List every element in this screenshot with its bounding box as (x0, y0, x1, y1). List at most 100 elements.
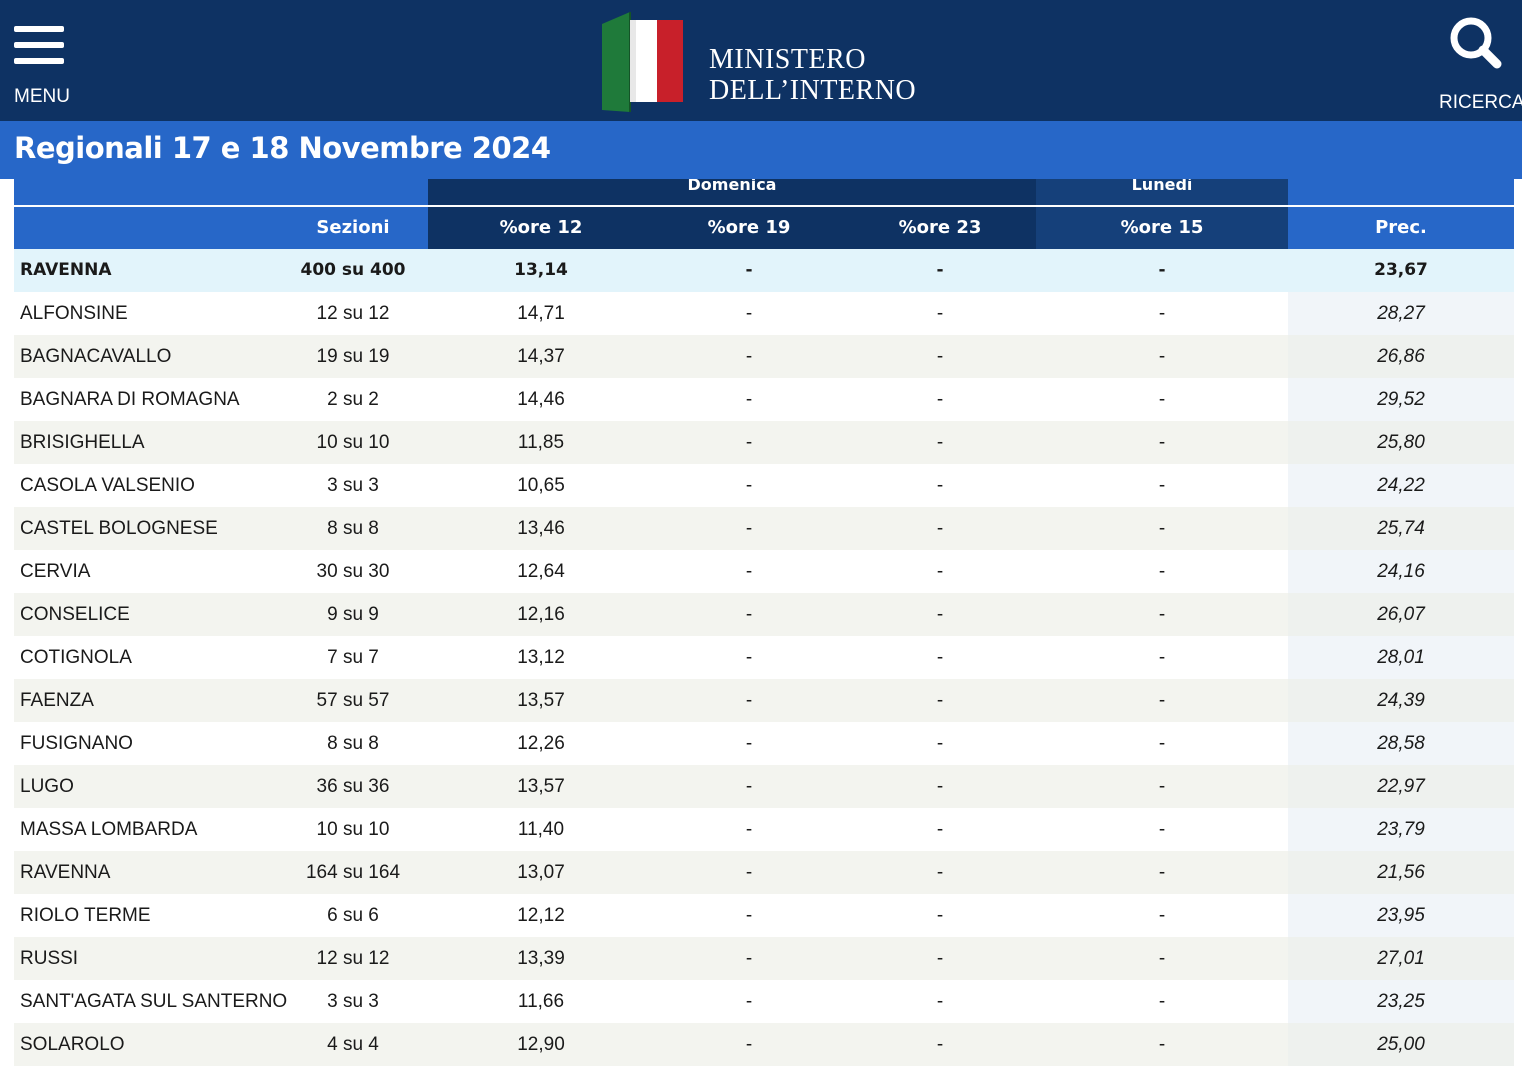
cell-ore19: - (745, 432, 753, 453)
cell-sezioni: 12 su 12 (316, 303, 390, 324)
cell-ore19: - (745, 260, 753, 280)
cell-ore12: 13,39 (517, 948, 565, 969)
group-header-lunedi: Lunedì (1036, 179, 1288, 205)
cell-ore12: 12,12 (517, 905, 565, 926)
cell-ore19: - (745, 862, 753, 883)
logo-line-2: DELL’INTERNO (709, 75, 917, 106)
cell-sezioni: 36 su 36 (316, 776, 390, 797)
logo-line-1: MINISTERO (709, 44, 866, 75)
cell-sezioni: 12 su 12 (316, 948, 390, 969)
search-label: RICERCA (1439, 92, 1522, 113)
cell-ore12: 13,46 (517, 518, 565, 539)
table-row-total[interactable]: RAVENNA 400 su 400 13,14 - - - 23,67 (14, 249, 1514, 292)
table-row[interactable]: BRISIGHELLA 10 su 10 11,85 - - - 25,80 (14, 421, 1514, 464)
cell-prec: 29,52 (1377, 389, 1425, 410)
table-row[interactable]: CASTEL BOLOGNESE 8 su 8 13,46 - - - 25,74 (14, 507, 1514, 550)
table-row[interactable]: BAGNARA DI ROMAGNA 2 su 2 14,46 - - - 29,52 (14, 378, 1514, 421)
cell-ore19: - (745, 733, 753, 754)
cell-prec: 26,86 (1377, 346, 1425, 367)
cell-prec: 28,01 (1377, 647, 1425, 668)
cell-ore23: - (936, 991, 944, 1012)
cell-prec: 28,27 (1377, 303, 1425, 324)
cell-ore15: - (1158, 862, 1166, 883)
cell-ore15: - (1158, 1034, 1166, 1055)
cell-ore23: - (936, 475, 944, 496)
cell-ore23: - (936, 518, 944, 539)
cell-ore19: - (745, 475, 753, 496)
cell-sezioni: 3 su 3 (327, 475, 379, 496)
table-row[interactable]: SOLAROLO 4 su 4 12,90 - - - 25,00 (14, 1023, 1514, 1066)
cell-ore15: - (1158, 647, 1166, 668)
col-header-ore15[interactable]: %ore 15 (1036, 207, 1288, 249)
cell-prec: 23,25 (1377, 991, 1425, 1012)
cell-sezioni: 9 su 9 (327, 604, 379, 625)
cell-sezioni: 400 su 400 (300, 260, 406, 280)
table-row[interactable]: FUSIGNANO 8 su 8 12,26 - - - 28,58 (14, 722, 1514, 765)
cell-prec: 28,58 (1377, 733, 1425, 754)
cell-sezioni: 7 su 7 (327, 647, 379, 668)
cell-ore23: - (936, 862, 944, 883)
cell-ore23: - (936, 604, 944, 625)
table-row[interactable]: CASOLA VALSENIO 3 su 3 10,65 - - - 24,22 (14, 464, 1514, 507)
cell-ore15: - (1158, 432, 1166, 453)
group-header-domenica: Domenica (428, 179, 1036, 205)
cell-prec: 22,97 (1377, 776, 1425, 797)
cell-ore19: - (745, 1034, 753, 1055)
table-row[interactable]: CONSELICE 9 su 9 12,16 - - - 26,07 (14, 593, 1514, 636)
cell-ore19: - (745, 389, 753, 410)
cell-ore19: - (745, 303, 753, 324)
table-row[interactable]: RAVENNA 164 su 164 13,07 - - - 21,56 (14, 851, 1514, 894)
table-row[interactable]: BAGNACAVALLO 19 su 19 14,37 - - - 26,86 (14, 335, 1514, 378)
cell-ore23: - (936, 819, 944, 840)
cell-ore19: - (745, 647, 753, 668)
table-row[interactable]: ALFONSINE 12 su 12 14,71 - - - 28,27 (14, 292, 1514, 335)
table-row[interactable]: FAENZA 57 su 57 13,57 - - - 24,39 (14, 679, 1514, 722)
cell-prec: 25,74 (1377, 518, 1425, 539)
cell-ore23: - (936, 733, 944, 754)
cell-name: RUSSI (20, 948, 79, 969)
cell-ore23: - (936, 561, 944, 582)
cell-name: CERVIA (20, 561, 91, 582)
cell-sezioni: 30 su 30 (316, 561, 390, 582)
cell-name: ALFONSINE (20, 303, 128, 324)
cell-sezioni: 3 su 3 (327, 991, 379, 1012)
table-row[interactable]: LUGO 36 su 36 13,57 - - - 22,97 (14, 765, 1514, 808)
cell-ore23: - (936, 432, 944, 453)
cell-prec: 23,79 (1377, 819, 1425, 840)
col-header-sezioni[interactable]: Sezioni (268, 207, 438, 249)
cell-prec: 26,07 (1377, 604, 1425, 625)
ministry-logo[interactable]: MINISTERO DELL’INTERNO (600, 10, 940, 114)
cell-ore15: - (1158, 819, 1166, 840)
cell-prec: 24,39 (1377, 690, 1425, 711)
ministry-name: MINISTERO DELL’INTERNO (709, 44, 916, 106)
cell-ore12: 11,40 (517, 819, 565, 840)
cell-ore23: - (936, 303, 944, 324)
search-button[interactable]: RICERCA (1436, 14, 1522, 116)
table-row[interactable]: RIOLO TERME 6 su 6 12,12 - - - 23,95 (14, 894, 1514, 937)
table-row[interactable]: SANT'AGATA SUL SANTERNO 3 su 3 11,66 - - - 23,… (14, 980, 1514, 1023)
cell-name: RAVENNA (20, 862, 111, 883)
cell-ore15: - (1158, 690, 1166, 711)
table-row[interactable]: COTIGNOLA 7 su 7 13,12 - - - 28,01 (14, 636, 1514, 679)
cell-name: SANT'AGATA SUL SANTERNO (20, 991, 288, 1012)
group-header-row: Domenica Lunedì (14, 179, 1514, 205)
cell-ore12: 13,57 (517, 690, 565, 711)
menu-button[interactable]: MENU (14, 26, 74, 112)
cell-ore19: - (745, 561, 753, 582)
cell-name: RAVENNA (20, 260, 112, 280)
cell-sezioni: 10 su 10 (316, 819, 390, 840)
cell-prec: 25,00 (1377, 1034, 1425, 1055)
table-row[interactable]: CERVIA 30 su 30 12,64 - - - 24,16 (14, 550, 1514, 593)
cell-ore12: 14,37 (517, 346, 565, 367)
cell-name: MASSA LOMBARDA (20, 819, 198, 840)
search-icon (1450, 17, 1502, 69)
table-row[interactable]: MASSA LOMBARDA 10 su 10 11,40 - - - 23,79 (14, 808, 1514, 851)
col-header-ore12[interactable]: %ore 12 (428, 207, 654, 249)
col-header-prec[interactable]: Prec. (1288, 207, 1514, 249)
col-header-ore23[interactable]: %ore 23 (844, 207, 1036, 249)
menu-label: MENU (14, 86, 70, 107)
table-row[interactable]: RUSSI 12 su 12 13,39 - - - 27,01 (14, 937, 1514, 980)
cell-ore15: - (1158, 303, 1166, 324)
col-header-ore19[interactable]: %ore 19 (654, 207, 844, 249)
cell-ore23: - (936, 260, 944, 280)
